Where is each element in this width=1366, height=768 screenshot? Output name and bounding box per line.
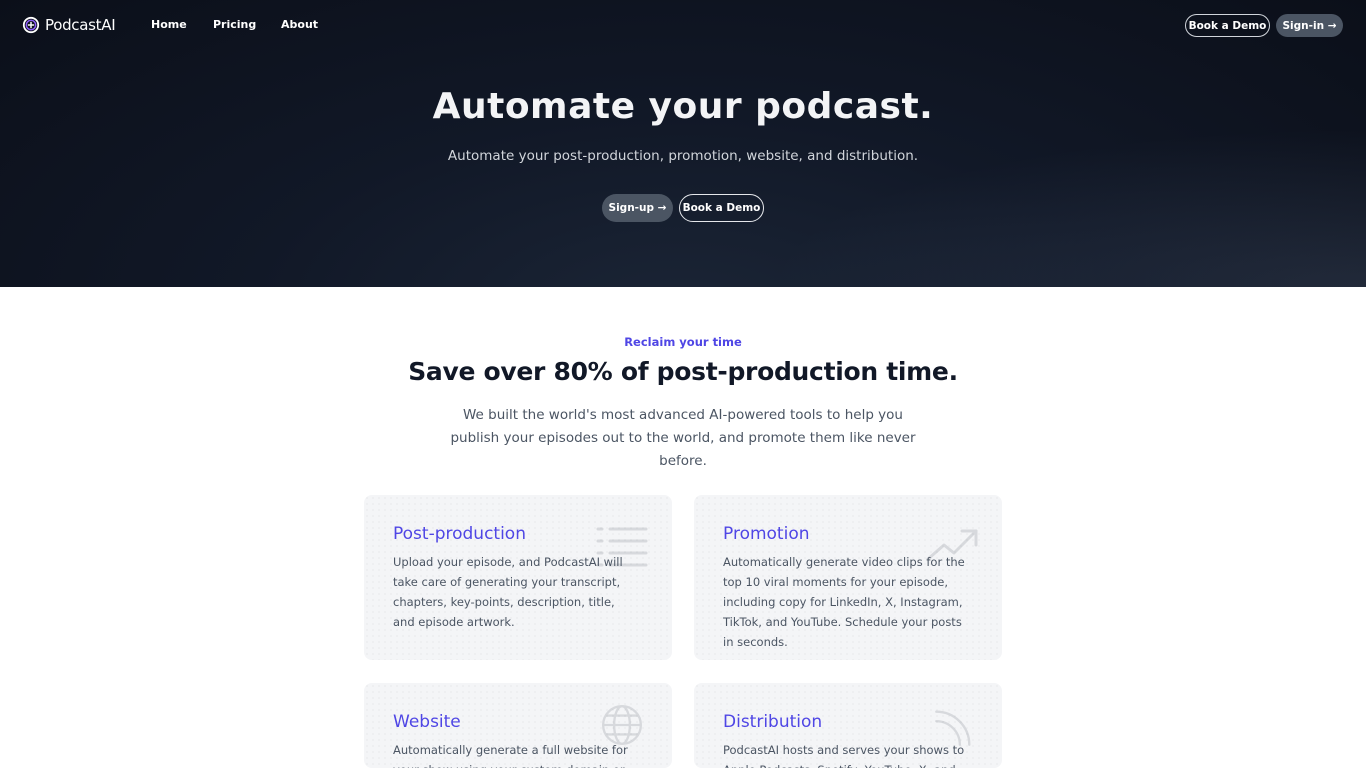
- card-text: Automatically generate video clips for t…: [723, 555, 965, 649]
- section-title: Save over 80% of post-production time.: [408, 357, 958, 386]
- card-text: Automatically generate a full website fo…: [393, 743, 628, 768]
- card-title: Distribution: [723, 712, 823, 732]
- card-title: Post-production: [393, 524, 526, 544]
- sign-up-button[interactable]: Sign-up →: [602, 194, 673, 222]
- card-text: PodcastAI hosts and serves your shows to…: [723, 743, 965, 768]
- nav-link-home[interactable]: Home: [151, 18, 187, 31]
- nav-link-pricing[interactable]: Pricing: [213, 18, 256, 31]
- card-title: Promotion: [723, 524, 810, 544]
- section-description: We built the world's most advanced AI-po…: [450, 407, 916, 469]
- card-title: Website: [393, 712, 461, 732]
- hero-book-demo-button[interactable]: Book a Demo: [679, 194, 764, 222]
- hero-subtitle: Automate your post-production, promotion…: [447, 148, 919, 164]
- top-nav: PodcastAI Home Pricing About Book a Demo…: [0, 0, 1366, 50]
- feature-card-distribution: Distribution PodcastAI hosts and serves …: [694, 683, 1002, 768]
- feature-card-website: Website Automatically generate a full we…: [364, 683, 672, 768]
- feature-card-post-production: Post-production Upload your episode, and…: [364, 495, 672, 660]
- feature-card-promotion: Promotion Automatically generate video c…: [694, 495, 1002, 660]
- book-demo-button[interactable]: Book a Demo: [1185, 14, 1270, 37]
- brand-name: PodcastAI: [45, 16, 116, 34]
- hero-title: Automate your podcast.: [432, 86, 934, 127]
- podcast-logo-icon: [22, 16, 40, 34]
- card-text: Upload your episode, and PodcastAI will …: [393, 555, 623, 629]
- sign-in-button[interactable]: Sign-in →: [1276, 14, 1343, 37]
- hero-section: PodcastAI Home Pricing About Book a Demo…: [0, 0, 1366, 287]
- section-eyebrow: Reclaim your time: [624, 335, 742, 349]
- brand-logo[interactable]: PodcastAI: [22, 15, 116, 35]
- nav-link-about[interactable]: About: [281, 18, 318, 31]
